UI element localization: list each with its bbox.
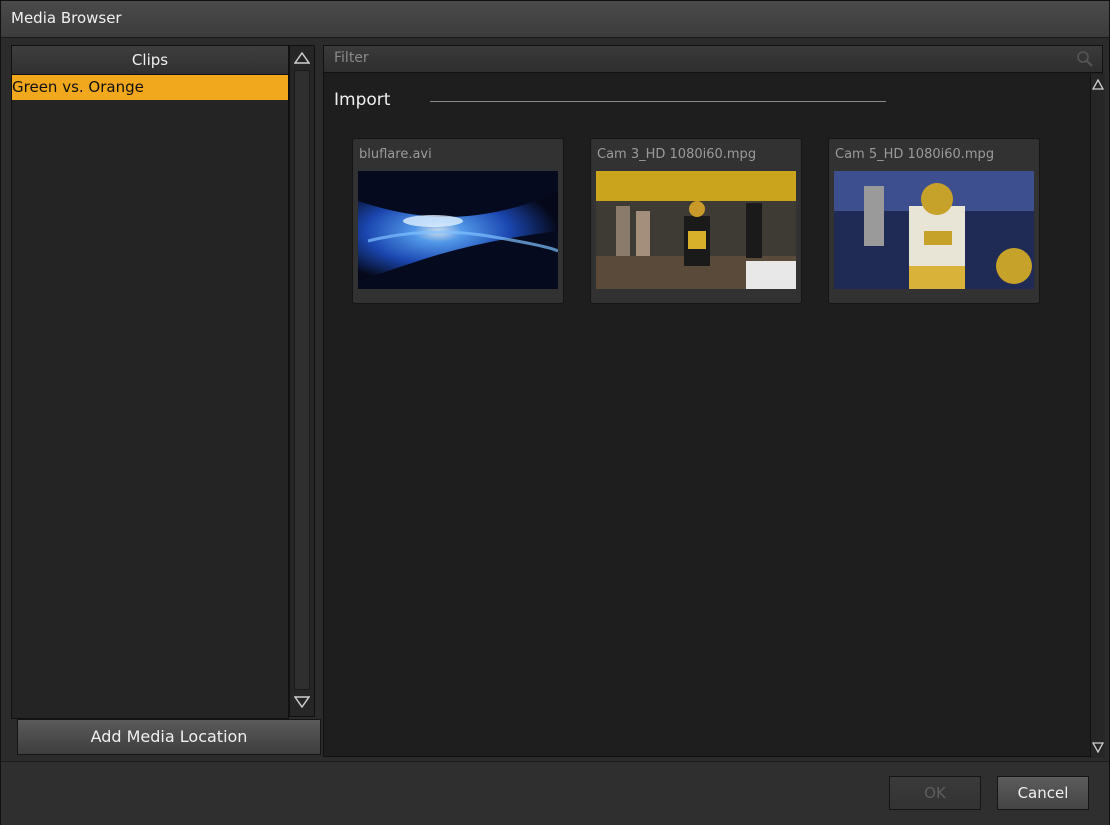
group-title: Import <box>334 90 391 110</box>
scroll-track[interactable] <box>294 70 310 690</box>
triangle-down-icon <box>294 696 310 709</box>
media-thumbnail-blue-flare <box>358 171 558 289</box>
triangle-down-icon <box>1092 742 1104 753</box>
clips-scrollbar[interactable] <box>289 45 315 717</box>
media-tile-label: Cam 5_HD 1080i60.mpg <box>835 147 995 162</box>
triangle-up-icon <box>294 51 310 64</box>
filter-input[interactable]: Filter <box>334 50 369 66</box>
media-panel: Filter Import bluflare.avi Cam 3_HD 1080… <box>323 45 1105 758</box>
scroll-down-button[interactable] <box>292 692 312 712</box>
media-tile[interactable]: Cam 5_HD 1080i60.mpg <box>828 138 1040 304</box>
clips-panel: Clips Green vs. Orange Add Media Locatio… <box>11 45 321 757</box>
triangle-up-icon <box>1092 79 1104 90</box>
media-tile[interactable]: bluflare.avi <box>352 138 564 304</box>
media-thumbnail-football-cam5 <box>834 171 1034 289</box>
scroll-up-button[interactable] <box>1091 76 1105 94</box>
clips-header: Clips <box>12 46 288 75</box>
media-tile-label: bluflare.avi <box>359 147 432 162</box>
ok-button[interactable]: OK <box>889 776 981 810</box>
clip-item-green-vs-orange[interactable]: Green vs. Orange <box>12 75 288 100</box>
media-tile[interactable]: Cam 3_HD 1080i60.mpg <box>590 138 802 304</box>
import-group-header: Import <box>334 90 894 114</box>
search-icon[interactable] <box>1076 50 1094 68</box>
media-scrollbar[interactable] <box>1090 74 1105 758</box>
add-media-location-button[interactable]: Add Media Location <box>17 719 321 755</box>
media-browser-window: Media Browser Clips Green vs. Orange Add… <box>0 0 1110 825</box>
scroll-up-button[interactable] <box>292 48 312 68</box>
filter-bar[interactable]: Filter <box>324 46 1102 73</box>
group-divider <box>430 101 886 102</box>
cancel-button[interactable]: Cancel <box>997 776 1089 810</box>
title-bar[interactable]: Media Browser <box>1 1 1109 38</box>
media-tile-label: Cam 3_HD 1080i60.mpg <box>597 147 757 162</box>
clips-list: Clips Green vs. Orange <box>11 45 289 719</box>
dialog-footer: OK Cancel <box>1 761 1109 825</box>
media-thumbnail-football-cam3 <box>596 171 796 289</box>
scroll-down-button[interactable] <box>1091 738 1105 756</box>
window-title: Media Browser <box>11 9 122 27</box>
